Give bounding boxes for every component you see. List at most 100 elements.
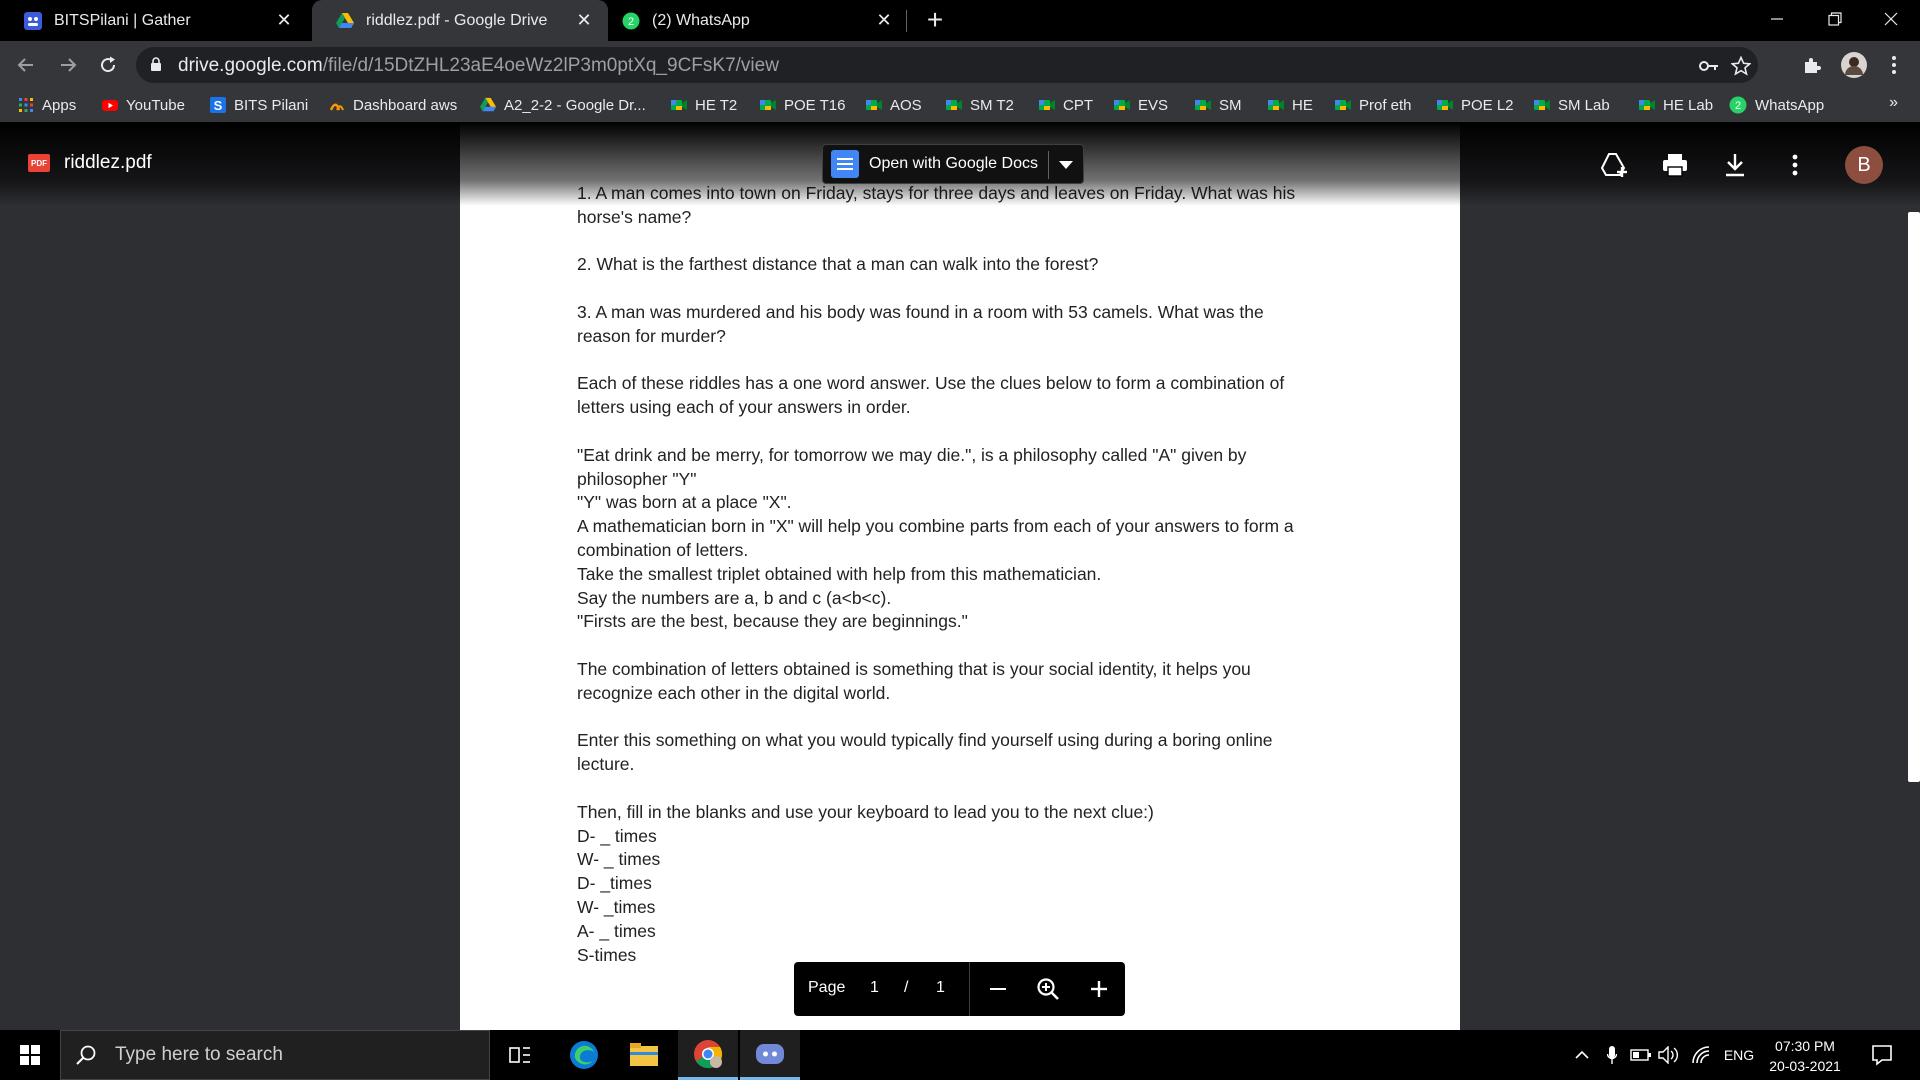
pdf-paragraph: Each of these riddles has a one word ans…: [577, 372, 1377, 420]
browser-toolbar: drive.google.com/file/d/15DtZHL23aE4oeWz…: [0, 41, 1920, 88]
bookmark-aos[interactable]: AOS: [866, 94, 922, 116]
bookmark-poe-l2[interactable]: POE L2: [1437, 94, 1514, 116]
svg-text:2: 2: [628, 16, 634, 28]
pdf-text-line: recognize each other in the digital worl…: [577, 682, 891, 703]
search-placeholder: Type here to search: [115, 1044, 283, 1065]
file-explorer-icon[interactable]: [614, 1030, 674, 1080]
system-clock[interactable]: 07:30 PM 20-03-2021: [1760, 1036, 1850, 1076]
bookmark-prof-eth[interactable]: Prof eth: [1335, 94, 1412, 116]
pdf-text-line: "Eat drink and be merry, for tomorrow we…: [577, 444, 1247, 465]
back-button[interactable]: [10, 49, 42, 81]
pdf-text-line: Each of these riddles has a one word ans…: [577, 373, 1285, 394]
close-icon[interactable]: ✕: [874, 10, 894, 31]
whatsapp-icon: 2: [622, 12, 640, 30]
account-avatar[interactable]: B: [1845, 146, 1883, 184]
battery-icon[interactable]: [1628, 1030, 1654, 1080]
bookmark-sm-lab[interactable]: SM Lab: [1534, 94, 1610, 116]
bookmark-apps[interactable]: Apps: [18, 94, 76, 116]
chrome-taskbar-icon[interactable]: [678, 1030, 738, 1080]
print-icon[interactable]: [1658, 148, 1692, 182]
bookmark-bits-pilani[interactable]: S BITS Pilani: [210, 94, 308, 116]
windows-taskbar: Type here to search ENG 07:30 PM 20-03-2…: [0, 1030, 1920, 1080]
tab-google-drive[interactable]: riddlez.pdf - Google Drive ✕: [312, 0, 608, 41]
tab-whatsapp[interactable]: 2 (2) WhatsApp ✕: [608, 0, 908, 41]
edge-browser-icon[interactable]: [554, 1030, 614, 1080]
key-icon[interactable]: [1698, 55, 1720, 77]
volume-icon[interactable]: [1656, 1030, 1682, 1080]
bookmark-he[interactable]: HE: [1268, 94, 1313, 116]
download-icon[interactable]: [1718, 148, 1752, 182]
window-close-button[interactable]: [1862, 0, 1920, 38]
bookmark-he-t2[interactable]: HE T2: [671, 94, 737, 116]
forward-button[interactable]: [52, 49, 84, 81]
profile-avatar[interactable]: [1838, 49, 1870, 81]
tab-title: (2) WhatsApp: [652, 11, 750, 29]
task-view-icon[interactable]: [490, 1030, 550, 1080]
bookmark-label: A2_2-2 - Google Dr...: [504, 96, 646, 114]
bookmark-label: BITS Pilani: [234, 96, 309, 114]
pdf-text-line: Enter this something on what you would t…: [577, 730, 1273, 751]
tab-gather[interactable]: BITSPilani | Gather ✕: [0, 0, 308, 41]
close-icon[interactable]: ✕: [574, 10, 594, 31]
menu-dots-icon[interactable]: [1878, 49, 1910, 81]
scrollbar-thumb[interactable]: [1908, 212, 1920, 782]
bookmark-label: AOS: [890, 96, 922, 114]
bookmark-label: WhatsApp: [1755, 96, 1825, 114]
bookmark-google-drive[interactable]: A2_2-2 - Google Dr...: [480, 94, 646, 116]
minimize-button[interactable]: [1748, 0, 1806, 38]
youtube-icon: [102, 100, 118, 111]
bookmark-label: POE L2: [1461, 96, 1514, 114]
search-icon: [76, 1045, 96, 1065]
bookmark-youtube[interactable]: YouTube: [102, 94, 185, 116]
file-name: riddlez.pdf: [64, 152, 152, 173]
meet-icon: [866, 100, 882, 110]
url-text[interactable]: drive.google.com/file/d/15DtZHL23aE4oeWz…: [178, 55, 779, 77]
bookmark-sm-t2[interactable]: SM T2: [946, 94, 1014, 116]
svg-text:2: 2: [1735, 100, 1741, 112]
microphone-icon[interactable]: [1600, 1030, 1624, 1080]
windows-start-button[interactable]: [0, 1030, 60, 1080]
open-with-label: Open with Google Docs: [869, 155, 1038, 172]
address-bar[interactable]: drive.google.com/file/d/15DtZHL23aE4oeWz…: [136, 47, 1758, 83]
taskbar-search-box[interactable]: Type here to search: [60, 1030, 490, 1080]
bookmark-poe-t16[interactable]: POE T16: [760, 94, 845, 116]
bookmark-dashboard-aws[interactable]: Dashboard aws: [329, 94, 457, 116]
notification-icon[interactable]: [1862, 1030, 1902, 1080]
meet-icon: [671, 100, 687, 110]
clock-date: 20-03-2021: [1769, 1058, 1841, 1074]
zoom-out-button[interactable]: [982, 973, 1014, 1005]
svg-text:S: S: [214, 98, 223, 113]
pdf-text-line: A- _ times: [577, 920, 656, 941]
show-hidden-icons-chevron-icon[interactable]: [1570, 1030, 1594, 1080]
wifi-icon[interactable]: [1688, 1030, 1714, 1080]
bookmark-label: HE T2: [695, 96, 738, 114]
current-page-number[interactable]: 1: [870, 979, 879, 997]
bookmark-cpt[interactable]: CPT: [1039, 94, 1093, 116]
chevron-down-icon[interactable]: [1059, 161, 1073, 169]
new-tab-button[interactable]: +: [920, 4, 950, 36]
zoom-icon[interactable]: [1032, 973, 1064, 1005]
bookmark-he-lab[interactable]: HE Lab: [1639, 94, 1713, 116]
bookmark-evs[interactable]: EVS: [1114, 94, 1168, 116]
more-options-icon[interactable]: [1778, 148, 1812, 182]
pdf-text-line: 2. What is the farthest distance that a …: [577, 254, 1099, 275]
open-with-google-docs-button[interactable]: Open with Google Docs: [822, 144, 1084, 184]
pdf-page-text: 1. A man comes into town on Friday, stay…: [577, 182, 1377, 967]
zoom-in-button[interactable]: [1083, 973, 1115, 1005]
bookmark-sm[interactable]: SM: [1195, 94, 1242, 116]
close-icon[interactable]: ✕: [274, 10, 294, 31]
extensions-icon[interactable]: [1796, 49, 1828, 81]
restore-button[interactable]: [1806, 0, 1864, 38]
add-to-drive-icon[interactable]: [1598, 148, 1632, 182]
reload-button[interactable]: [92, 49, 124, 81]
discord-taskbar-icon[interactable]: [740, 1030, 800, 1080]
meet-icon: [1534, 100, 1550, 110]
bookmark-whatsapp[interactable]: 2 WhatsApp: [1729, 94, 1824, 116]
bookmarks-overflow-icon[interactable]: »: [1889, 94, 1898, 112]
lock-icon[interactable]: [150, 57, 162, 77]
language-indicator[interactable]: ENG: [1718, 1030, 1760, 1080]
star-icon[interactable]: [1730, 55, 1752, 77]
url-host: drive.google.com: [178, 55, 323, 76]
